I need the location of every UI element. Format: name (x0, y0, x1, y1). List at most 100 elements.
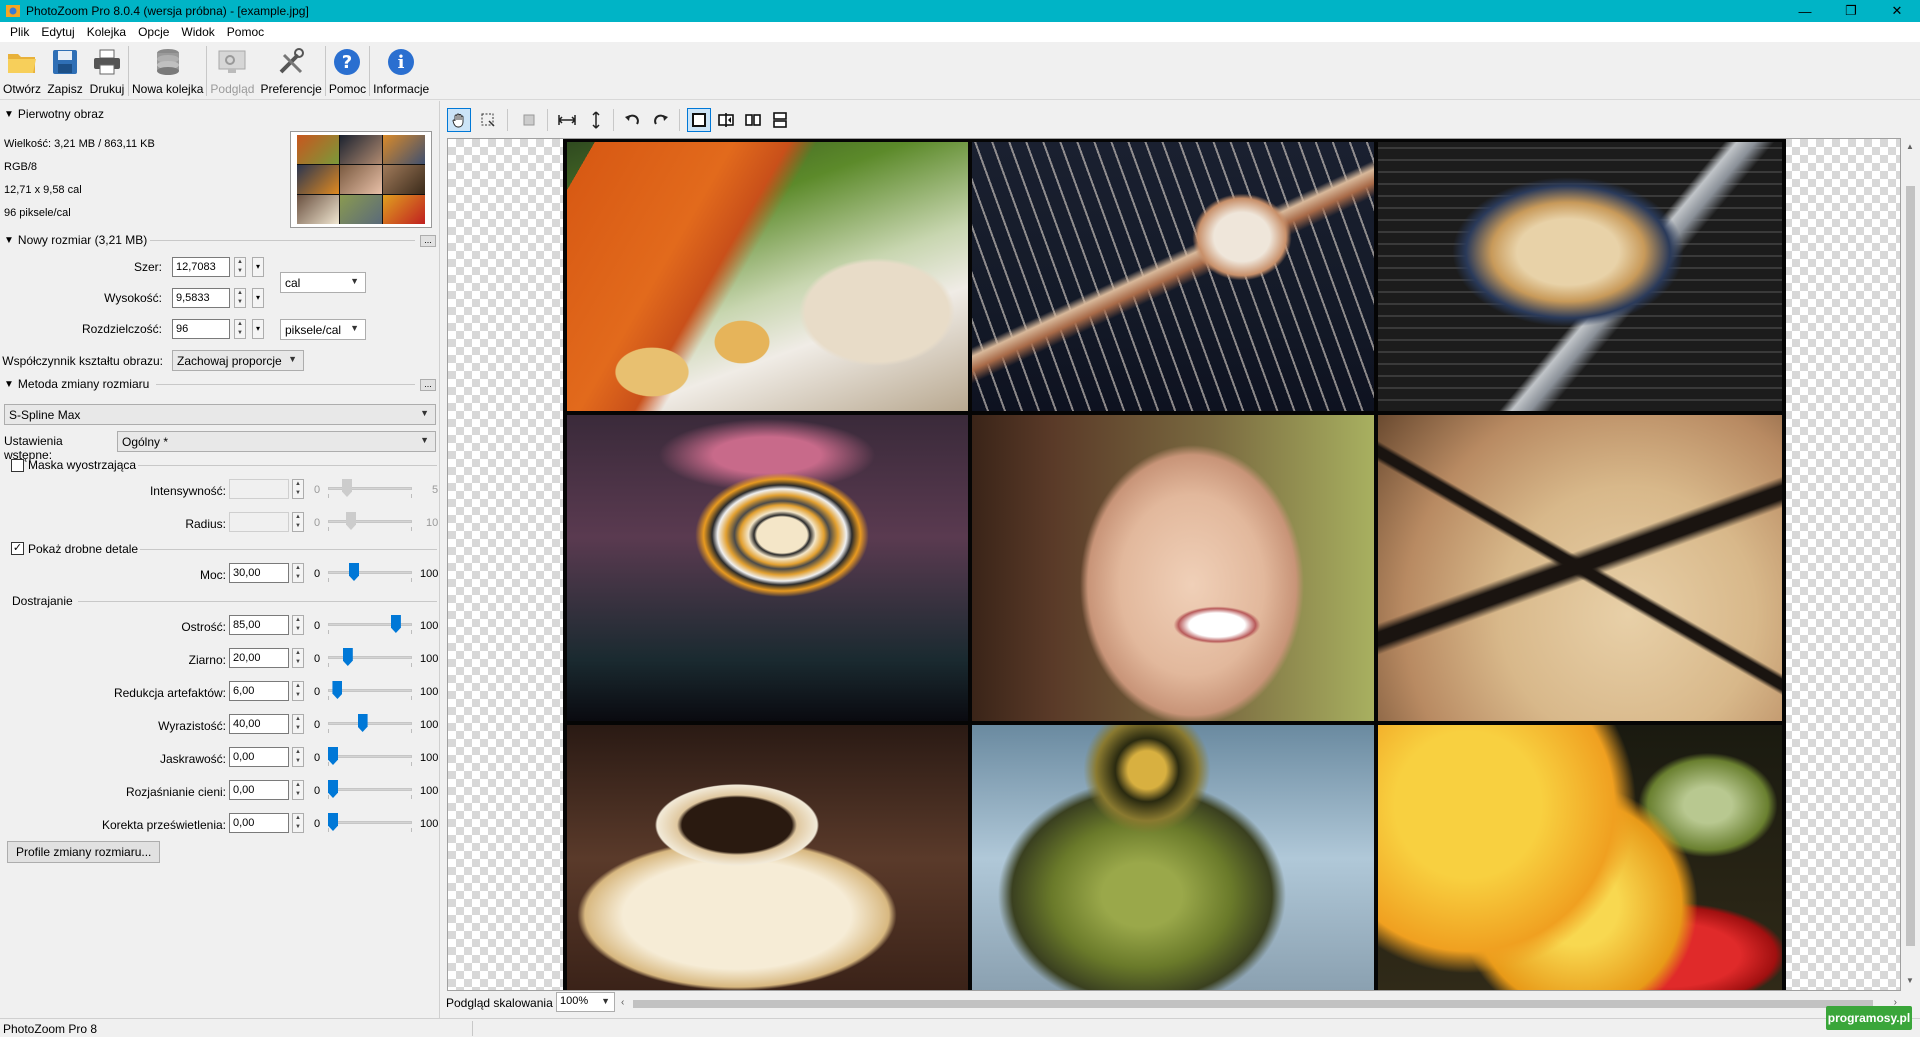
artifact-reduction-input[interactable]: 6,00 (229, 681, 289, 701)
scroll-left-icon[interactable]: ‹ (621, 997, 624, 1008)
vibrance-slider[interactable] (328, 747, 412, 767)
help-button[interactable]: ? Pomoc (326, 42, 369, 100)
crop-select-icon (481, 113, 495, 127)
algorithm-select[interactable]: S-Spline Max ▼ (4, 404, 436, 425)
resize-method-header[interactable]: ▼ Metoda zmiany rozmiaru (4, 377, 149, 391)
sharpen-mask-checkbox[interactable] (11, 459, 24, 472)
info-button[interactable]: i Informacje (370, 42, 432, 100)
size-unit-select[interactable]: cal ▼ (280, 272, 366, 293)
open-label: Otwórz (3, 82, 42, 96)
original-image-header[interactable]: ▼ Pierwotny obraz (4, 107, 104, 121)
strength-spinner[interactable]: ▲ ▼ (292, 563, 304, 583)
shadow-brighten-slider[interactable] (328, 780, 412, 800)
grain-slider[interactable] (328, 648, 412, 668)
resize-profiles-button[interactable]: Profile zmiany rozmiaru... (7, 841, 161, 863)
rotate-left-button[interactable] (620, 108, 644, 132)
minimize-button[interactable]: — (1782, 0, 1828, 22)
preferences-button[interactable]: Preferencje (257, 42, 324, 100)
new-size-header[interactable]: ▼ Nowy rozmiar (3,21 MB) (4, 233, 147, 247)
resolution-unit-select[interactable]: piksele/cal ▼ (280, 319, 366, 340)
single-view-button[interactable] (687, 108, 711, 132)
intensity-slider[interactable] (328, 479, 412, 499)
vertical-scroll-thumb[interactable] (1906, 186, 1915, 946)
menu-edit[interactable]: Edytuj (35, 25, 80, 39)
vibrance-spinner[interactable]: ▲ ▼ (292, 747, 304, 767)
resolution-spinner[interactable]: ▲ ▼ (234, 319, 246, 339)
height-spinner[interactable]: ▲ ▼ (234, 288, 246, 308)
height-lock-button[interactable]: ▾ (252, 288, 264, 308)
menu-file[interactable]: Plik (4, 25, 35, 39)
arrows-vertical-icon (592, 111, 600, 129)
preview-monitor-icon (218, 50, 246, 73)
rotate-right-button[interactable] (649, 108, 673, 132)
preview-canvas[interactable] (447, 138, 1901, 991)
clarity-slider[interactable] (328, 714, 412, 734)
sharpness-spinner[interactable]: ▲ ▼ (292, 615, 304, 635)
horizontal-scroll-thumb[interactable] (633, 1000, 1873, 1008)
flip-horizontal-button[interactable] (555, 108, 579, 132)
top-bottom-button[interactable] (768, 108, 792, 132)
zoom-select[interactable]: 100% ▼ (556, 992, 615, 1012)
vertical-scrollbar[interactable]: ▲ ▼ (1901, 138, 1920, 991)
select-tool-button[interactable] (476, 108, 500, 132)
split-compare-button[interactable] (714, 108, 738, 132)
menu-view[interactable]: Widok (175, 25, 220, 39)
zoom-label: Podgląd skalowania (446, 996, 553, 1010)
print-button[interactable]: Drukuj (86, 42, 128, 100)
sharpness-slider[interactable] (328, 615, 412, 635)
restore-button[interactable]: ❐ (1828, 0, 1874, 22)
coffee-cup-photo (567, 725, 968, 990)
clarity-max: 100 (420, 719, 439, 731)
height-input[interactable]: 9,5833 (172, 288, 230, 308)
grain-input[interactable]: 20,00 (229, 648, 289, 668)
menu-options[interactable]: Opcje (132, 25, 175, 39)
strength-input[interactable]: 30,00 (229, 563, 289, 583)
aspect-ratio-select[interactable]: Zachowaj proporcje ▼ (172, 350, 304, 371)
crop-button[interactable] (517, 108, 541, 132)
sharpness-input[interactable]: 85,00 (229, 615, 289, 635)
scroll-down-icon[interactable]: ▼ (1906, 976, 1914, 985)
side-by-side-button[interactable] (741, 108, 765, 132)
scroll-up-icon[interactable]: ▲ (1906, 142, 1914, 151)
save-button[interactable]: Zapisz (44, 42, 86, 100)
artifact-reduction-slider[interactable] (328, 681, 412, 701)
new-size-more-button[interactable]: ... (420, 235, 436, 247)
pan-tool-button[interactable] (447, 108, 471, 132)
menu-queue[interactable]: Kolejka (81, 25, 132, 39)
strength-slider[interactable] (328, 563, 412, 583)
flip-vertical-button[interactable] (584, 108, 608, 132)
method-more-button[interactable]: ... (420, 379, 436, 391)
radius-slider[interactable] (328, 512, 412, 532)
original-size: Wielkość: 3,21 MB / 863,11 KB (4, 138, 155, 150)
open-button[interactable]: Otwórz (0, 42, 44, 100)
close-button[interactable]: ✕ (1874, 0, 1920, 22)
resolution-lock-button[interactable]: ▾ (252, 319, 264, 339)
artifact-reduction-spinner[interactable]: ▲ ▼ (292, 681, 304, 701)
intensity-input[interactable] (229, 479, 289, 499)
preset-select[interactable]: Ogólny * ▼ (117, 431, 436, 452)
collapse-triangle-icon: ▼ (4, 378, 14, 390)
grain-spinner[interactable]: ▲ ▼ (292, 648, 304, 668)
width-lock-button[interactable]: ▾ (252, 257, 264, 277)
fine-detail-checkbox[interactable]: ✓ (11, 542, 24, 555)
resolution-input[interactable]: 96 (172, 319, 230, 339)
highlight-correction-spinner[interactable]: ▲ ▼ (292, 813, 304, 833)
new-batch-label: Nowa kolejka (132, 82, 204, 96)
original-thumbnail (290, 131, 432, 228)
clarity-input[interactable]: 40,00 (229, 714, 289, 734)
menu-help[interactable]: Pomoc (221, 25, 270, 39)
intensity-spinner[interactable]: ▲ ▼ (292, 479, 304, 499)
shadow-brighten-spinner[interactable]: ▲ ▼ (292, 780, 304, 800)
preview-button[interactable]: Podgląd (207, 42, 257, 100)
vibrance-input[interactable]: 0,00 (229, 747, 289, 767)
horizontal-scrollbar[interactable]: ‹ › (621, 997, 1897, 1009)
clarity-spinner[interactable]: ▲ ▼ (292, 714, 304, 734)
width-input[interactable]: 12,7083 (172, 257, 230, 277)
radius-spinner[interactable]: ▲ ▼ (292, 512, 304, 532)
width-spinner[interactable]: ▲ ▼ (234, 257, 246, 277)
new-batch-button[interactable]: Nowa kolejka (129, 42, 206, 100)
highlight-correction-input[interactable]: 0,00 (229, 813, 289, 833)
shadow-brighten-input[interactable]: 0,00 (229, 780, 289, 800)
radius-input[interactable] (229, 512, 289, 532)
highlight-correction-slider[interactable] (328, 813, 412, 833)
